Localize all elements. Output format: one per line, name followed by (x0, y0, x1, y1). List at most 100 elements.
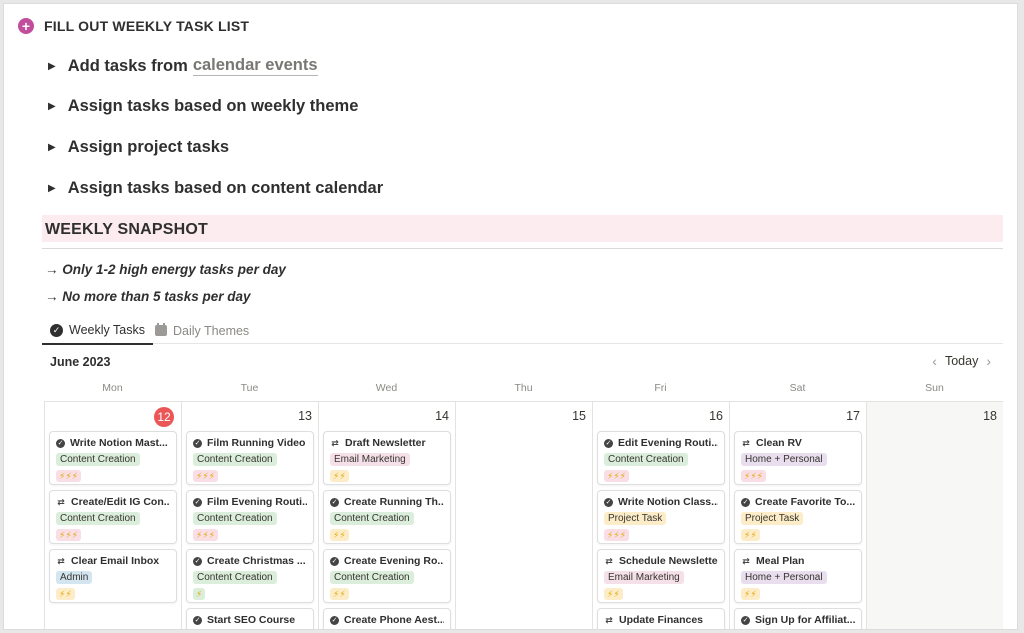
task-title: Update Finances (619, 614, 704, 626)
task-category-tag: Content Creation (193, 512, 277, 525)
task-card[interactable]: ⇄ Clean RV Home + Personal ⚡⚡⚡ (734, 431, 862, 485)
task-card[interactable]: ⇄ Meal Plan Home + Personal ⚡⚡ (734, 549, 862, 603)
calendar-day-cell[interactable]: 15 (455, 402, 592, 629)
task-card[interactable]: ✓ Create Favorite To... Project Task ⚡⚡ (734, 490, 862, 544)
task-title: Draft Newsletter (345, 437, 426, 449)
check-circle-icon: ✓ (193, 497, 202, 507)
task-card[interactable]: ⇄ Create/Edit IG Con... Content Creation ⚡⚡… (49, 490, 177, 544)
today-button[interactable]: Today (945, 354, 978, 368)
task-category-tag: Content Creation (604, 453, 688, 466)
check-circle-icon: ✓ (56, 438, 65, 448)
task-title-row: ✓ Film Evening Routi... (193, 496, 307, 508)
task-card[interactable]: ⇄ Schedule Newsletter Email Marketing ⚡⚡ (597, 549, 725, 603)
task-card[interactable]: ✓ Create Evening Ro... Content Creation ⚡⚡ (323, 549, 451, 603)
task-card[interactable]: ✓Create Phone Aest...Content Creation (323, 608, 451, 629)
toggle-text: Add tasks from (67, 56, 188, 75)
toggle-content-calendar[interactable]: ▶ Assign tasks based on content calendar (48, 179, 383, 198)
plus-circle-icon[interactable]: + (18, 18, 34, 34)
triangle-right-icon[interactable]: ▶ (48, 142, 56, 153)
day-number: 15 (572, 409, 586, 423)
weekly-snapshot-header: WEEKLY SNAPSHOT (42, 215, 1003, 242)
check-circle-icon: ✓ (50, 323, 63, 337)
energy-level-tag: ⚡⚡ (330, 470, 349, 482)
task-category-tag: Project Task (604, 512, 667, 525)
task-title: Clean RV (756, 437, 802, 449)
task-title: Write Notion Class... (618, 496, 718, 508)
task-title-row: ✓ Write Notion Class... (604, 496, 718, 508)
task-title: Film Evening Routi... (207, 496, 307, 508)
today-date-badge: 12 (154, 407, 174, 427)
calendar-grid: 12 ✓ Write Notion Mast... Content Creation ⚡… (44, 401, 1003, 629)
task-title-row: ⇄ Update Finances (604, 614, 718, 626)
toggle-add-tasks[interactable]: ▶ Add tasks from calendar events (48, 56, 318, 76)
task-category-tag: Content Creation (330, 571, 414, 584)
task-title-row: ✓ Create Christmas ... (193, 555, 307, 567)
energy-level-tag: ⚡⚡⚡ (604, 470, 629, 482)
tab-label: Weekly Tasks (69, 323, 145, 337)
calendar-day-cell[interactable]: 16 ✓ Edit Evening Routi... Content Creation… (592, 402, 729, 629)
check-circle-icon: ✓ (741, 615, 750, 625)
calendar-day-cell[interactable]: 18 (866, 402, 1003, 629)
task-card[interactable]: ✓ Film Evening Routi... Content Creation ⚡⚡… (186, 490, 314, 544)
task-card[interactable]: ✓ Create Running Th... Content Creation ⚡⚡ (323, 490, 451, 544)
task-title: Create Phone Aest... (344, 614, 444, 626)
toggle-text: Assign tasks based on weekly theme (67, 97, 359, 115)
chevron-right-icon[interactable]: › (978, 353, 999, 369)
task-title: Film Running Video (207, 437, 306, 449)
weekday-wed: Wed (375, 382, 398, 394)
task-title: Create/Edit IG Con... (71, 496, 170, 508)
task-title-row: ✓ Film Running Video (193, 437, 307, 449)
section-heading: + FILL OUT WEEKLY TASK LIST (18, 18, 249, 34)
section-title: FILL OUT WEEKLY TASK LIST (44, 18, 250, 34)
calendar-day-cell[interactable]: 13 ✓ Film Running Video Content Creation ⚡⚡⚡… (181, 402, 318, 629)
triangle-right-icon[interactable]: ▶ (48, 61, 56, 72)
calendar-day-cell[interactable]: 12 ✓ Write Notion Mast... Content Creation ⚡… (44, 402, 181, 629)
task-card[interactable]: ✓Sign Up for Affiliat...Admin (734, 608, 862, 629)
triangle-right-icon[interactable]: ▶ (48, 183, 56, 194)
task-category-tag: Email Marketing (330, 453, 410, 466)
task-title-row: ⇄ Meal Plan (741, 555, 855, 567)
energy-level-tag: ⚡⚡⚡ (741, 470, 766, 482)
check-circle-icon: ✓ (604, 497, 613, 507)
task-card[interactable]: ✓ Create Christmas ... Content Creation ⚡ (186, 549, 314, 603)
weekday-thu: Thu (514, 382, 533, 394)
tab-weekly-tasks[interactable]: ✓ Weekly Tasks (42, 317, 153, 345)
chevron-left-icon[interactable]: ‹ (924, 353, 945, 369)
energy-level-tag: ⚡⚡ (330, 588, 349, 600)
task-title: Clear Email Inbox (71, 555, 160, 567)
weekday-header: Mon Tue Wed Thu Fri Sat Sun (44, 382, 1003, 400)
toggle-weekly-theme[interactable]: ▶ Assign tasks based on weekly theme (48, 97, 358, 116)
toggle-project-tasks[interactable]: ▶ Assign project tasks (48, 138, 229, 157)
energy-level-tag: ⚡⚡⚡ (56, 470, 81, 482)
task-title: Create Evening Ro... (344, 555, 444, 567)
weekday-sun: Sun (925, 382, 944, 394)
calendar-month: June 2023 (50, 355, 111, 369)
task-title-row: ⇄ Create/Edit IG Con... (56, 496, 170, 508)
repeat-icon: ⇄ (742, 555, 750, 566)
energy-level-tag: ⚡⚡⚡ (604, 529, 629, 541)
check-circle-icon: ✓ (193, 556, 202, 566)
triangle-right-icon[interactable]: ▶ (48, 101, 56, 112)
task-title: Edit Evening Routi... (618, 437, 718, 449)
check-circle-icon: ✓ (193, 615, 202, 625)
task-title-row: ⇄ Clean RV (741, 437, 855, 449)
task-card[interactable]: ⇄Update FinancesHome + Personal (597, 608, 725, 629)
day-number: 17 (846, 409, 860, 423)
calendar-day-cell[interactable]: 17 ⇄ Clean RV Home + Personal ⚡⚡⚡ ✓ Create Fav… (729, 402, 866, 629)
task-title: Create Christmas ... (207, 555, 306, 567)
task-card[interactable]: ⇄ Clear Email Inbox Admin ⚡⚡ (49, 549, 177, 603)
task-card[interactable]: ⇄ Draft Newsletter Email Marketing ⚡⚡ (323, 431, 451, 485)
tab-daily-themes[interactable]: Daily Themes (155, 317, 249, 344)
toggle-text: Assign tasks based on content calendar (67, 179, 384, 197)
energy-level-tag: ⚡⚡ (741, 529, 760, 541)
task-title-row: ✓ Create Favorite To... (741, 496, 855, 508)
calendar-events-link[interactable]: calendar events (192, 56, 318, 76)
task-card[interactable]: ✓ Write Notion Class... Project Task ⚡⚡⚡ (597, 490, 725, 544)
notion-page: + FILL OUT WEEKLY TASK LIST ▶ Add tasks … (3, 3, 1018, 630)
task-card[interactable]: ✓ Edit Evening Routi... Content Creation ⚡⚡… (597, 431, 725, 485)
task-card[interactable]: ✓ Write Notion Mast... Content Creation ⚡⚡⚡ (49, 431, 177, 485)
task-card[interactable]: ✓ Film Running Video Content Creation ⚡⚡⚡ (186, 431, 314, 485)
task-card[interactable]: ✓Start SEO CourseAdmin (186, 608, 314, 629)
calendar-day-cell[interactable]: 14 ⇄ Draft Newsletter Email Marketing ⚡⚡ ✓ Cre… (318, 402, 455, 629)
energy-level-tag: ⚡⚡⚡ (56, 529, 81, 541)
